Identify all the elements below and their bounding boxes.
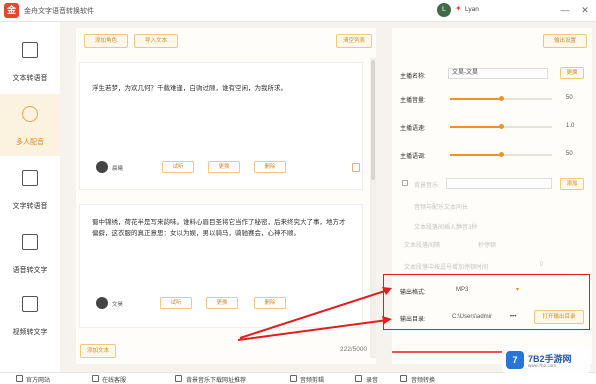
convert-icon [400,375,407,382]
watermark-url: www.7b2.com [528,363,557,368]
home-icon [16,375,23,382]
online-support-link[interactable]: 在线客服 [102,375,126,384]
arrow-to-dir [237,319,389,341]
music-icon [175,375,182,382]
watermark-logo: 7 [506,351,524,369]
audio-convert-link[interactable]: 音频转换 [411,375,435,384]
audio-edit-link[interactable]: 音频剪辑 [300,375,324,384]
official-site-link[interactable]: 官方网站 [26,375,50,384]
watermark: 7 7B2手游网 www.7b2.com [502,347,590,373]
bgm-download-link[interactable]: 背景音乐下载网址推荐 [186,375,246,384]
audio-edit-icon [290,375,297,382]
support-icon [92,375,99,382]
bottom-bar: 官方网站 在线客服 背景音乐下载网址推荐 音频剪辑 录音 音频转换 [0,372,596,384]
arrow-head [382,316,392,324]
record-icon [355,375,362,382]
record-link[interactable]: 录音 [366,375,378,384]
annotation-arrows [237,287,510,353]
